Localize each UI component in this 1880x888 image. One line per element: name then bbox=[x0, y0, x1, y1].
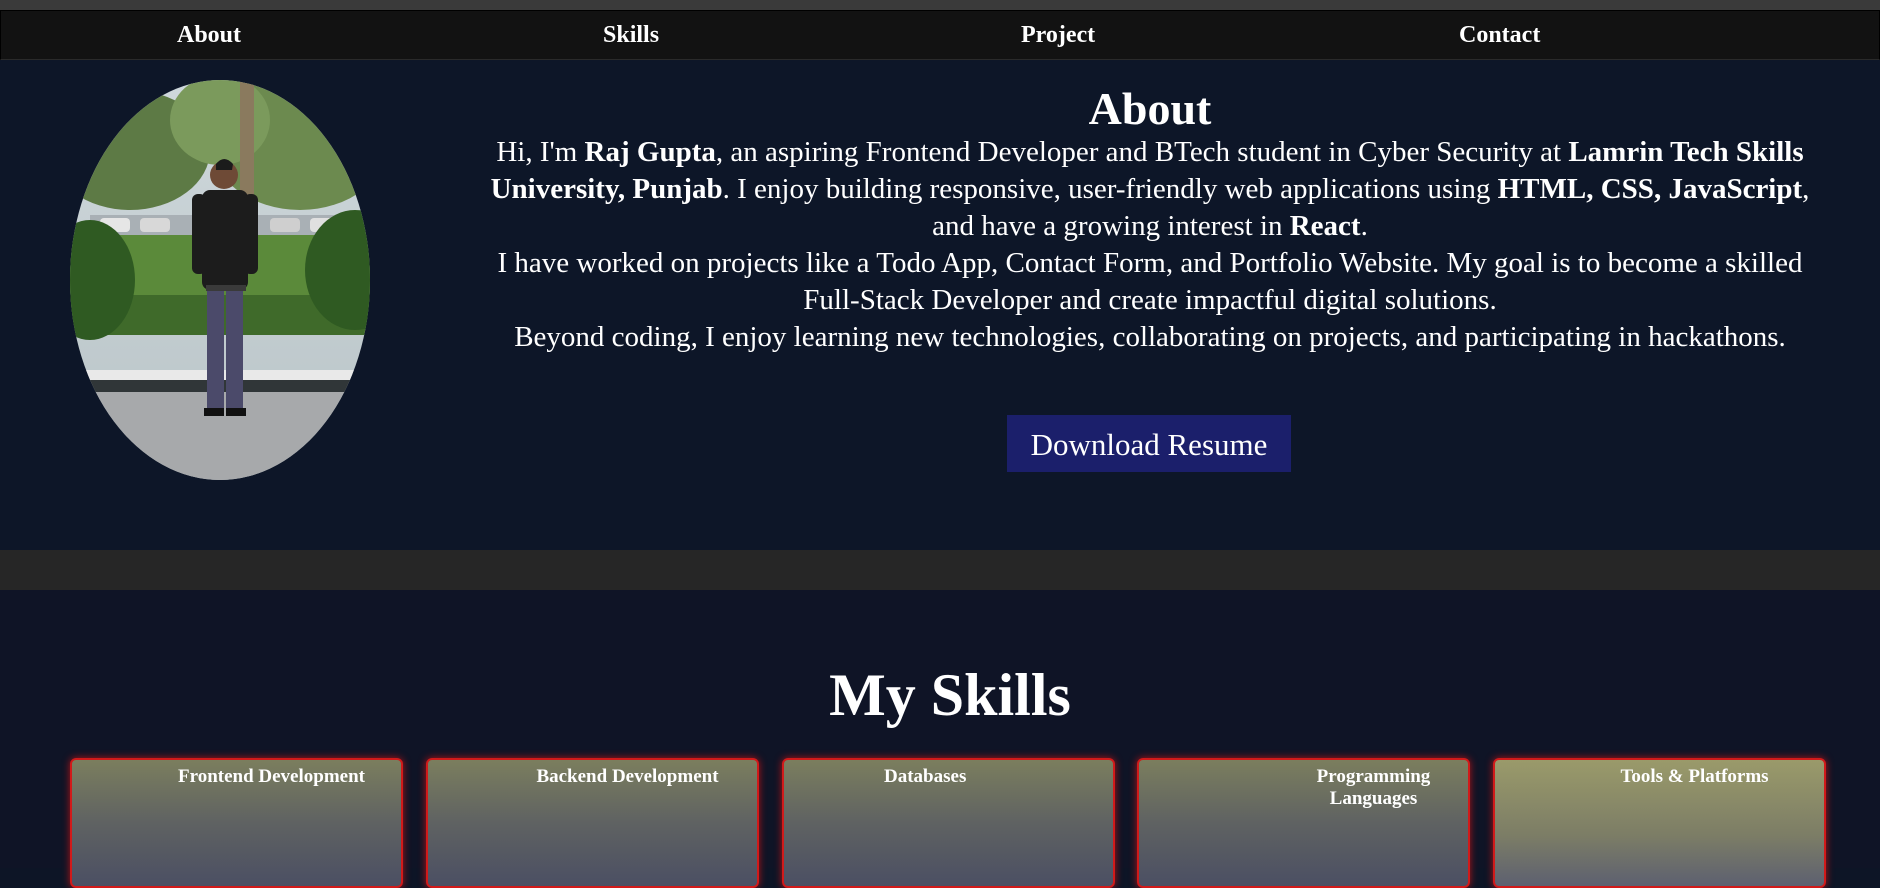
skill-card-title: Tools & Platforms bbox=[1620, 766, 1769, 787]
skill-card-frontend[interactable]: Frontend Development bbox=[70, 758, 403, 888]
browser-top-strip bbox=[0, 0, 1880, 10]
skills-title: My Skills bbox=[829, 662, 1071, 728]
profile-photo bbox=[70, 80, 370, 480]
nav-link-contact[interactable]: Contact bbox=[1459, 22, 1540, 49]
skill-card-databases[interactable]: Databases bbox=[782, 758, 1115, 888]
skill-card-title: Backend Development bbox=[536, 766, 719, 787]
skill-card-title: Databases bbox=[884, 766, 967, 787]
section-divider bbox=[0, 550, 1880, 590]
about-paragraph-2: I have worked on projects like a Todo Ap… bbox=[497, 247, 1803, 316]
about-tech-stack: HTML, CSS, JavaScript bbox=[1497, 173, 1803, 205]
about-paragraph-1: Hi, I'm Raj Gupta, an aspiring Frontend … bbox=[490, 136, 1810, 242]
download-resume-button[interactable]: Download Resume bbox=[1007, 415, 1291, 472]
nav-link-skills[interactable]: Skills bbox=[603, 22, 659, 49]
about-react: React bbox=[1289, 210, 1361, 242]
nav-link-project[interactable]: Project bbox=[1021, 22, 1095, 49]
skill-card-title: Programming Languages bbox=[1316, 766, 1431, 809]
skill-card-programming-languages[interactable]: Programming Languages bbox=[1137, 758, 1470, 888]
skill-card-backend[interactable]: Backend Development bbox=[426, 758, 759, 888]
about-paragraph-3: Beyond coding, I enjoy learning new tech… bbox=[514, 321, 1786, 353]
skill-card-title: Frontend Development bbox=[178, 766, 365, 787]
about-title: About bbox=[1088, 83, 1212, 134]
navbar: About Skills Project Contact bbox=[0, 10, 1880, 60]
nav-link-about[interactable]: About bbox=[177, 22, 241, 49]
about-name: Raj Gupta bbox=[584, 136, 716, 168]
skill-card-tools-platforms[interactable]: Tools & Platforms bbox=[1493, 758, 1826, 888]
about-section: About Hi, I'm Raj Gupta, an aspiring Fro… bbox=[0, 60, 1880, 550]
skills-section: My Skills Frontend Development Backend D… bbox=[0, 590, 1880, 888]
about-text: Hi, I'm Raj Gupta, an aspiring Frontend … bbox=[470, 134, 1830, 356]
